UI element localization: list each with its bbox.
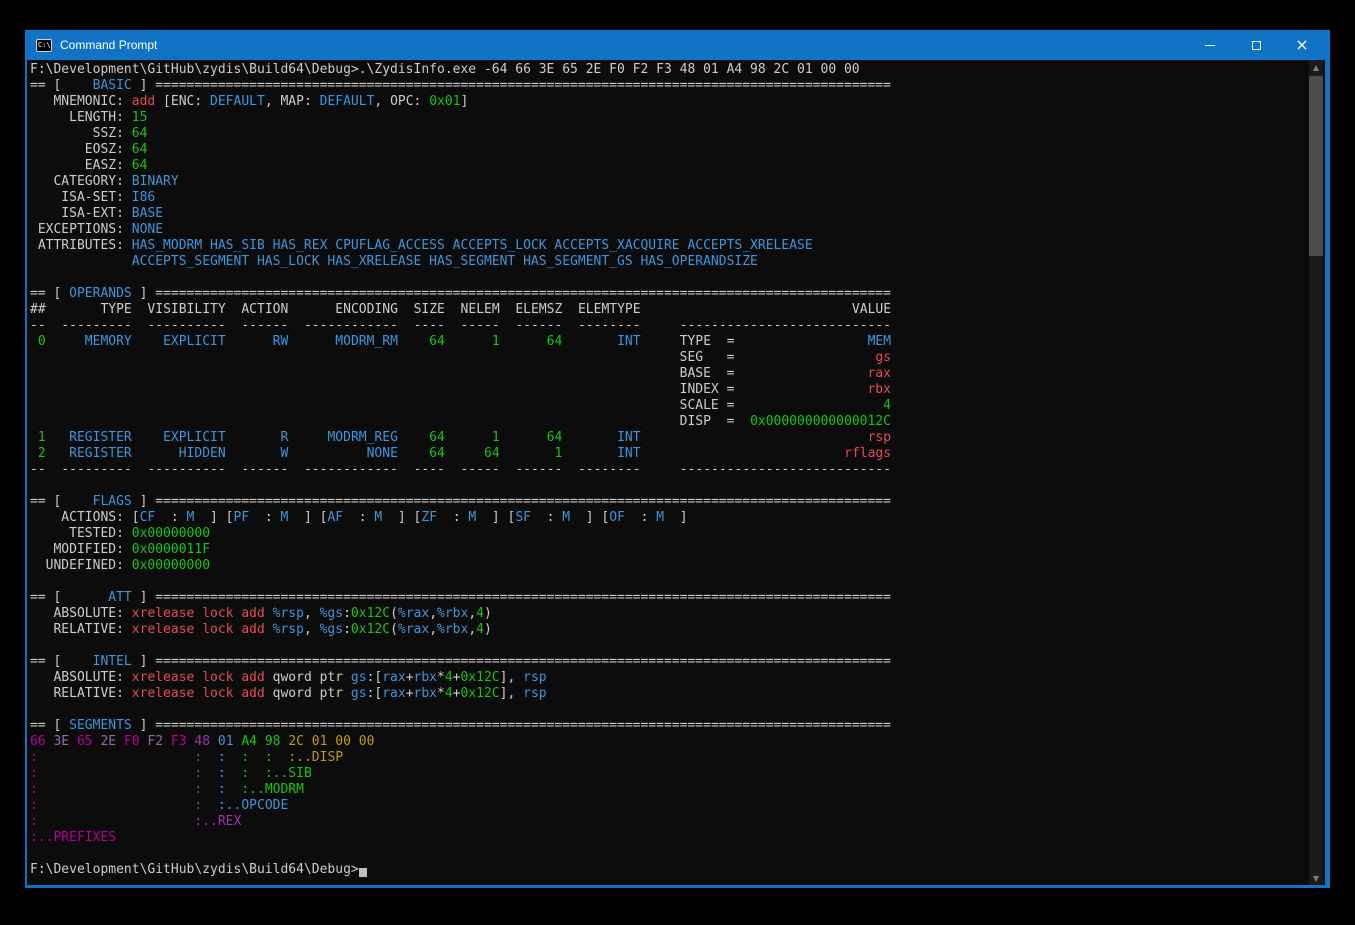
terminal-line: CATEGORY: BINARY bbox=[30, 174, 1305, 190]
terminal-line: MNEMONIC: add [ENC: DEFAULT, MAP: DEFAUL… bbox=[30, 94, 1305, 110]
close-button[interactable]: × bbox=[1279, 30, 1325, 60]
terminal-line: LENGTH: 15 bbox=[30, 110, 1305, 126]
terminal-line: ATTRIBUTES: HAS_MODRM HAS_SIB HAS_REX CP… bbox=[30, 238, 1305, 254]
maximize-icon bbox=[1252, 41, 1261, 50]
terminal-line: BASE = rax bbox=[30, 366, 1305, 382]
terminal-line: == [ FLAGS ] ===========================… bbox=[30, 494, 1305, 510]
terminal-line: == [ INTEL ] ===========================… bbox=[30, 654, 1305, 670]
window-controls: × bbox=[1187, 30, 1325, 60]
terminal-line: TESTED: 0x00000000 bbox=[30, 526, 1305, 542]
terminal-line: : :..REX bbox=[30, 814, 1305, 830]
command-prompt-window: C:\ Command Prompt × F:\Development\GitH… bbox=[25, 30, 1330, 888]
terminal-line: 1 REGISTER EXPLICIT R MODRM_REG 64 1 64 … bbox=[30, 430, 1305, 446]
terminal-line: ACTIONS: [CF : M ] [PF : M ] [AF : M ] [… bbox=[30, 510, 1305, 526]
terminal-line: ABSOLUTE: xrelease lock add %rsp, %gs:0x… bbox=[30, 606, 1305, 622]
terminal-line: : : : : : :..DISP bbox=[30, 750, 1305, 766]
terminal-line: MODIFIED: 0x0000011F bbox=[30, 542, 1305, 558]
terminal-line bbox=[30, 846, 1305, 862]
terminal-line: -- --------- ---------- ------ ---------… bbox=[30, 462, 1305, 478]
close-icon: × bbox=[1295, 37, 1308, 53]
terminal-line: : : :..OPCODE bbox=[30, 798, 1305, 814]
terminal-line: 66 3E 65 2E F0 F2 F3 48 01 A4 98 2C 01 0… bbox=[30, 734, 1305, 750]
terminal-line: == [ BASIC ] ===========================… bbox=[30, 78, 1305, 94]
terminal-output[interactable]: F:\Development\GitHub\zydis\Build64\Debu… bbox=[30, 62, 1305, 885]
cmd-icon: C:\ bbox=[36, 39, 52, 52]
terminal-line: EXCEPTIONS: NONE bbox=[30, 222, 1305, 238]
terminal-line: ACCEPTS_SEGMENT HAS_LOCK HAS_XRELEASE HA… bbox=[30, 254, 1305, 270]
terminal-line: ABSOLUTE: xrelease lock add qword ptr gs… bbox=[30, 670, 1305, 686]
terminal-line: SSZ: 64 bbox=[30, 126, 1305, 142]
terminal-line: INDEX = rbx bbox=[30, 382, 1305, 398]
scroll-up-button[interactable]: ▲ bbox=[1309, 60, 1323, 74]
terminal-line: EASZ: 64 bbox=[30, 158, 1305, 174]
minimize-button[interactable] bbox=[1187, 30, 1233, 60]
text-cursor bbox=[359, 868, 367, 877]
terminal-line: == [ SEGMENTS ] ========================… bbox=[30, 718, 1305, 734]
terminal-line: :..PREFIXES bbox=[30, 830, 1305, 846]
terminal-line: F:\Development\GitHub\zydis\Build64\Debu… bbox=[30, 862, 1305, 878]
scroll-down-button[interactable]: ▼ bbox=[1309, 871, 1323, 885]
terminal-line bbox=[30, 478, 1305, 494]
terminal-line: SEG = gs bbox=[30, 350, 1305, 366]
terminal-line: ISA-EXT: BASE bbox=[30, 206, 1305, 222]
scrollbar-thumb[interactable] bbox=[1309, 76, 1323, 256]
scrollbar[interactable]: ▲ ▼ bbox=[1309, 60, 1323, 885]
terminal-line: F:\Development\GitHub\zydis\Build64\Debu… bbox=[30, 62, 1305, 78]
terminal-line: == [ ATT ] =============================… bbox=[30, 590, 1305, 606]
terminal-line bbox=[30, 574, 1305, 590]
terminal-line: UNDEFINED: 0x00000000 bbox=[30, 558, 1305, 574]
terminal-line: -- --------- ---------- ------ ---------… bbox=[30, 318, 1305, 334]
terminal-line: : : : : :..SIB bbox=[30, 766, 1305, 782]
terminal-line: EOSZ: 64 bbox=[30, 142, 1305, 158]
terminal-line: 0 MEMORY EXPLICIT RW MODRM_RM 64 1 64 IN… bbox=[30, 334, 1305, 350]
terminal-line bbox=[30, 270, 1305, 286]
terminal-line: DISP = 0x000000000000012C bbox=[30, 414, 1305, 430]
terminal-line: == [ OPERANDS ] ========================… bbox=[30, 286, 1305, 302]
terminal-line: RELATIVE: xrelease lock add qword ptr gs… bbox=[30, 686, 1305, 702]
title-bar[interactable]: C:\ Command Prompt × bbox=[27, 30, 1325, 60]
terminal-line bbox=[30, 638, 1305, 654]
terminal-line: SCALE = 4 bbox=[30, 398, 1305, 414]
minimize-icon bbox=[1205, 45, 1215, 46]
maximize-button[interactable] bbox=[1233, 30, 1279, 60]
terminal-line: 2 REGISTER HIDDEN W NONE 64 64 1 INT rfl… bbox=[30, 446, 1305, 462]
terminal-line bbox=[30, 702, 1305, 718]
terminal-line: RELATIVE: xrelease lock add %rsp, %gs:0x… bbox=[30, 622, 1305, 638]
terminal-line: ## TYPE VISIBILITY ACTION ENCODING SIZE … bbox=[30, 302, 1305, 318]
console-client-area: F:\Development\GitHub\zydis\Build64\Debu… bbox=[27, 60, 1325, 885]
terminal-line: ISA-SET: I86 bbox=[30, 190, 1305, 206]
window-title: Command Prompt bbox=[60, 38, 157, 52]
terminal-line: : : : :..MODRM bbox=[30, 782, 1305, 798]
